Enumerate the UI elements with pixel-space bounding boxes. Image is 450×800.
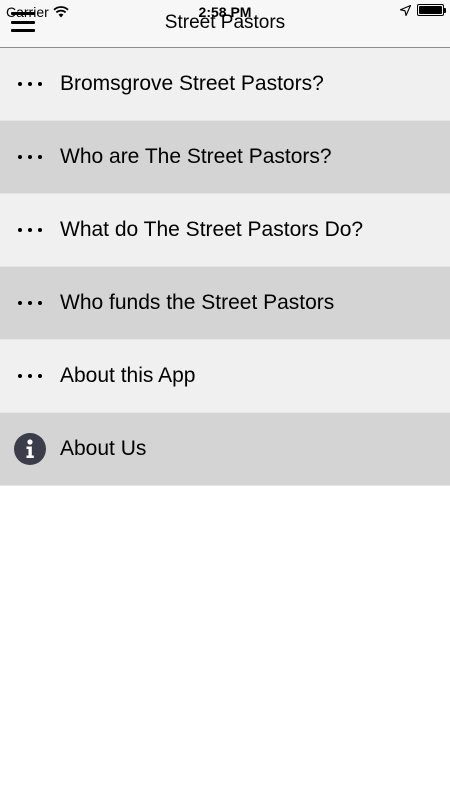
- battery-icon: [417, 4, 446, 16]
- menu-item-label: About this App: [60, 364, 196, 387]
- more-dots-icon: [0, 228, 60, 232]
- more-dots-icon: [0, 374, 60, 378]
- menu-item-about-this-app[interactable]: About this App: [0, 340, 450, 413]
- more-dots-icon: [0, 301, 60, 305]
- menu-item-label: Who are The Street Pastors?: [60, 145, 332, 168]
- menu-item-what-do-street-pastors-do[interactable]: What do The Street Pastors Do?: [0, 194, 450, 267]
- menu-item-about-us[interactable]: About Us: [0, 413, 450, 486]
- menu-item-label: About Us: [60, 437, 147, 460]
- status-bar: Carrier 2:58 PM: [0, 0, 450, 24]
- status-time: 2:58 PM: [198, 4, 252, 20]
- more-dots-icon: [0, 155, 60, 159]
- info-icon: [14, 433, 46, 465]
- menu-item-bromsgrove-street-pastors[interactable]: Bromsgrove Street Pastors?: [0, 48, 450, 121]
- menu-list: Bromsgrove Street Pastors? Who are The S…: [0, 48, 450, 486]
- battery-fill: [419, 6, 442, 14]
- status-right-group: [400, 4, 446, 16]
- more-dots-icon: [0, 82, 60, 86]
- menu-item-who-are-street-pastors[interactable]: Who are The Street Pastors?: [0, 121, 450, 194]
- location-arrow-icon: [400, 4, 411, 16]
- menu-item-label: Bromsgrove Street Pastors?: [60, 72, 324, 95]
- menu-item-who-funds-street-pastors[interactable]: Who funds the Street Pastors: [0, 267, 450, 340]
- menu-item-label: What do The Street Pastors Do?: [60, 218, 364, 241]
- menu-item-label: Who funds the Street Pastors: [60, 291, 335, 314]
